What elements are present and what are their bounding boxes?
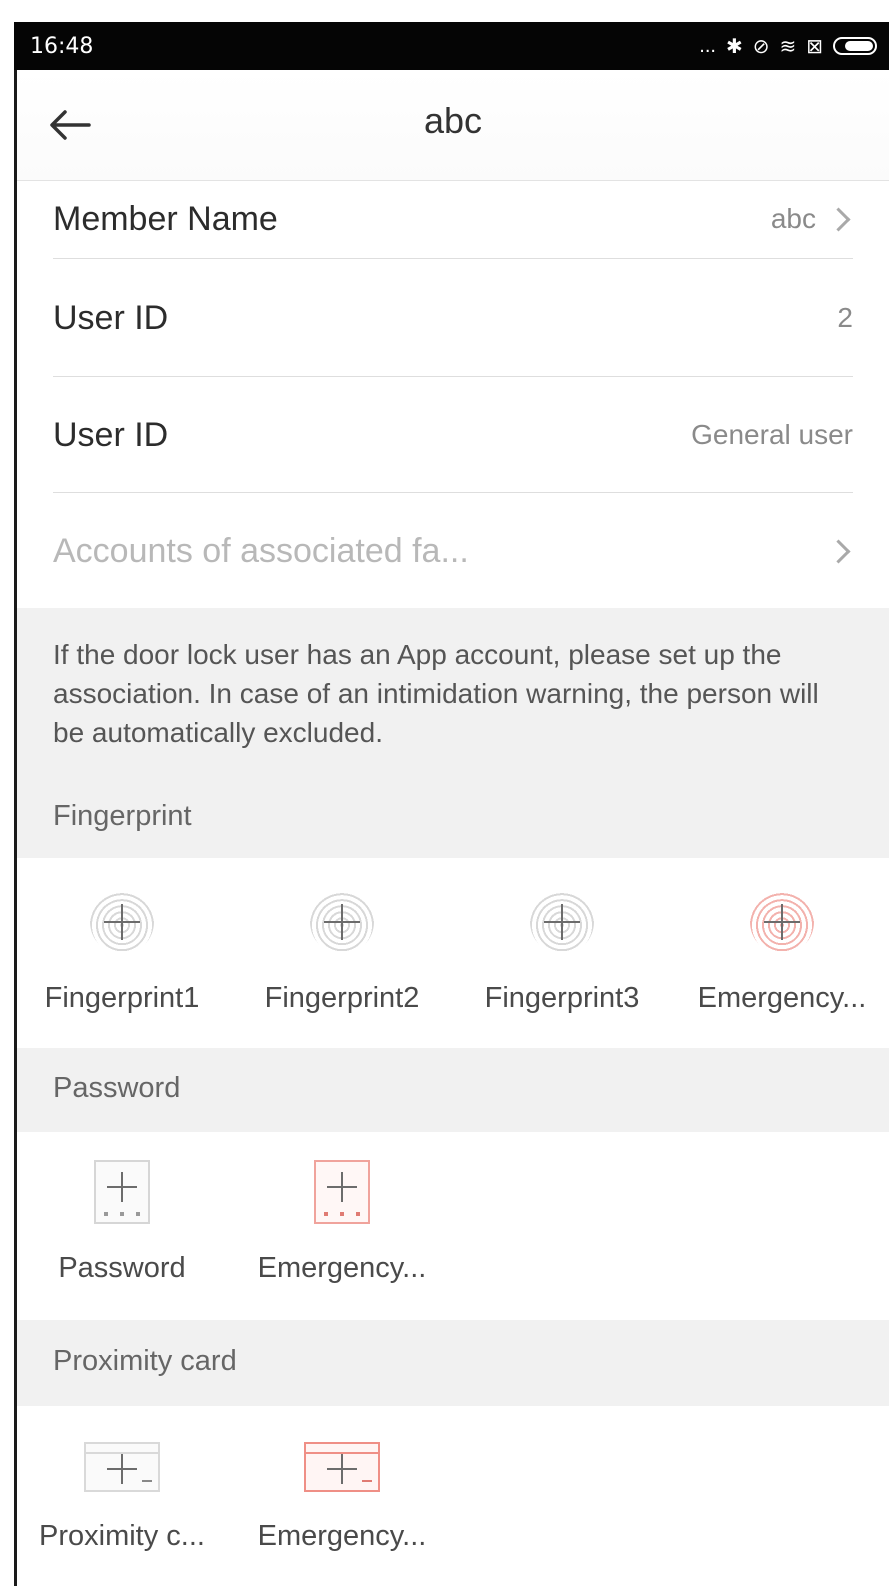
chevron-right-icon	[826, 538, 851, 564]
status-bar: 16:48 ... ✱ ⊘ ≋ ⊠	[14, 22, 889, 70]
divider	[53, 492, 853, 493]
card-add-icon	[84, 1442, 160, 1492]
member-name-row[interactable]: Member Name abc	[53, 180, 853, 258]
proximity-card-slot[interactable]: Proximity c...	[22, 1442, 222, 1553]
associated-accounts-label: Accounts of associated fa...	[53, 531, 469, 570]
page-title: abc	[423, 100, 483, 141]
emergency-card-label: Emergency...	[257, 1520, 427, 1552]
password-section-label: Password	[53, 1072, 181, 1104]
fingerprint3-label: Fingerprint3	[484, 982, 640, 1014]
sim-icon: ⊠	[806, 35, 823, 58]
emergency-fingerprint-label: Emergency...	[697, 982, 867, 1014]
status-time: 16:48	[30, 33, 94, 59]
emergency-password-label: Emergency...	[257, 1252, 427, 1284]
wifi-icon: ≋	[779, 35, 797, 58]
app-header: abc	[17, 70, 889, 181]
fingerprint1-slot[interactable]: Fingerprint1	[32, 890, 212, 1015]
fingerprint-add-icon	[530, 890, 594, 954]
fingerprint-section-label: Fingerprint	[53, 800, 192, 832]
proximity-card-label: Proximity c...	[39, 1520, 205, 1552]
user-type-row: User ID General user	[53, 378, 853, 492]
fingerprint2-slot[interactable]: Fingerprint2	[252, 890, 432, 1015]
member-name-label: Member Name	[53, 199, 278, 238]
battery-icon	[833, 37, 877, 55]
password-label: Password	[58, 1252, 186, 1284]
emergency-password-slot[interactable]: Emergency...	[242, 1160, 442, 1285]
fingerprint1-label: Fingerprint1	[44, 982, 200, 1014]
user-type-value: General user	[691, 419, 853, 450]
user-id-row: User ID 2	[53, 260, 853, 376]
fingerprint2-label: Fingerprint2	[264, 982, 420, 1014]
emergency-fingerprint-add-icon	[750, 890, 814, 954]
chevron-right-icon	[826, 206, 851, 232]
divider	[53, 376, 853, 377]
emergency-fingerprint-slot[interactable]: Emergency...	[682, 890, 882, 1015]
fingerprint3-slot[interactable]: Fingerprint3	[472, 890, 652, 1015]
associated-accounts-row[interactable]: Accounts of associated fa...	[53, 494, 853, 608]
user-id-label: User ID	[53, 298, 169, 337]
emergency-card-slot[interactable]: Emergency...	[242, 1442, 442, 1553]
bluetooth-icon: ✱	[725, 35, 743, 58]
more-icon: ...	[699, 34, 716, 57]
emergency-card-add-icon	[304, 1442, 380, 1492]
user-id-value: 2	[837, 302, 853, 333]
fingerprint-add-icon	[90, 890, 154, 954]
association-note: If the door lock user has an App account…	[53, 639, 819, 748]
status-icons: ... ✱ ⊘ ≋ ⊠	[699, 34, 877, 59]
divider	[53, 258, 853, 259]
fingerprint-add-icon	[310, 890, 374, 954]
member-name-value: abc	[770, 203, 816, 234]
alarm-off-icon: ⊘	[752, 35, 770, 58]
password-slot[interactable]: Password	[42, 1160, 202, 1285]
user-type-label: User ID	[53, 415, 169, 454]
password-add-icon	[94, 1160, 150, 1224]
proximity-section-label: Proximity card	[53, 1345, 237, 1377]
emergency-password-add-icon	[314, 1160, 370, 1224]
